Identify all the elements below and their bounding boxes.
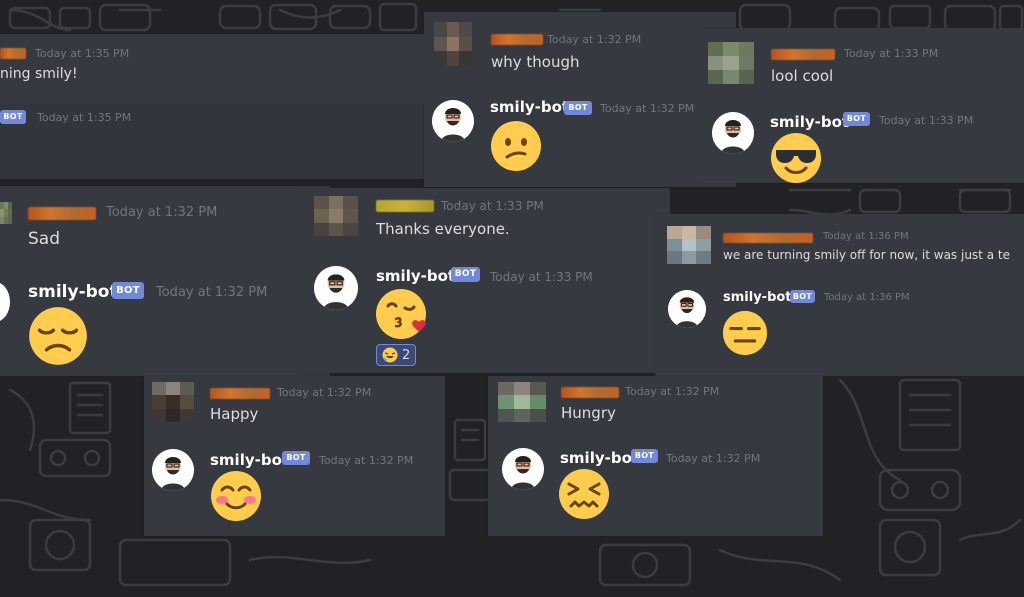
chat-card-1: Today at 1:35 PM ning smily! BOT Today a… [0, 34, 425, 179]
confused-face-icon [491, 121, 541, 171]
chat-card-5: Today at 1:33 PM Thanks everyone. smily-… [300, 188, 670, 373]
username-redacted [28, 207, 96, 220]
user-avatar-blurred [152, 382, 194, 422]
message-text: ning smily! [0, 66, 78, 82]
confounded-face-icon [559, 469, 609, 519]
sunglasses-face-icon [771, 133, 821, 183]
bot-timestamp: Today at 1:32 PM [319, 454, 414, 467]
message-timestamp: Today at 1:33 PM [844, 47, 939, 60]
message-timestamp: Today at 1:32 PM [106, 205, 218, 220]
rofl-icon [382, 347, 398, 363]
bot-timestamp: Today at 1:32 PM [600, 102, 695, 115]
bot-name: smily-bot [376, 267, 456, 285]
message-timestamp: Today at 1:35 PM [35, 47, 130, 60]
chat-card-2: Today at 1:32 PM why though smily-bot BO… [424, 12, 736, 187]
message-timestamp: Today at 1:32 PM [547, 33, 642, 46]
bot-name: smily-bot [723, 290, 792, 305]
bot-name: smily-bot [770, 113, 850, 131]
bot-avatar [152, 449, 194, 491]
message-timestamp: Today at 1:32 PM [625, 385, 720, 398]
bot-timestamp: Today at 1:36 PM [824, 292, 910, 303]
bot-timestamp: Today at 1:33 PM [879, 114, 974, 127]
bot-name: smily-bot [210, 451, 290, 469]
chat-card-4: Today at 1:32 PM Sad smily-bot BOT Today… [0, 186, 330, 376]
message-timestamp: Today at 1:36 PM [823, 231, 909, 242]
bot-badge: BOT [282, 451, 310, 465]
user-avatar-blurred [667, 226, 711, 264]
username-redacted [723, 233, 813, 243]
chat-card-8: Today at 1:32 PM Hungry smily-bot BOT To… [488, 376, 823, 536]
bot-timestamp: Today at 1:32 PM [156, 285, 268, 300]
bot-name: smily-bot [490, 98, 570, 116]
reaction-rofl[interactable]: 2 [376, 344, 417, 366]
expressionless-face-icon [722, 310, 768, 356]
bot-badge: BOT [631, 449, 658, 463]
bot-badge: BOT [451, 267, 480, 282]
bot-avatar [712, 112, 754, 154]
chat-card-3: Today at 1:33 PM lool cool smily-bot BOT… [700, 28, 1024, 183]
user-avatar-blurred [498, 382, 546, 422]
chat-card-6: Today at 1:36 PM we are turning smily of… [655, 214, 1024, 376]
bot-avatar [502, 448, 544, 490]
message-text: we are turning smily off for now, it was… [723, 248, 1010, 262]
username-redacted [491, 34, 543, 45]
bot-timestamp: Today at 1:33 PM [490, 270, 593, 284]
unamused-face-icon [29, 307, 87, 365]
bot-name: smily-bot [28, 282, 118, 302]
bot-badge: BOT [0, 110, 26, 124]
bot-timestamp: Today at 1:35 PM [37, 111, 132, 124]
bot-avatar [432, 100, 474, 142]
username-redacted [0, 48, 26, 59]
user-avatar-blurred [708, 42, 754, 84]
message-timestamp: Today at 1:32 PM [277, 386, 372, 399]
message-text: Thanks everyone. [376, 220, 510, 238]
bot-avatar [314, 266, 358, 310]
username-redacted [210, 388, 270, 399]
blushing-face-icon [211, 471, 261, 521]
bot-badge: BOT [564, 101, 592, 115]
user-avatar-blurred [314, 196, 358, 236]
message-text: why though [491, 53, 580, 71]
username-redacted [771, 49, 835, 60]
message-text: Hungry [561, 404, 616, 422]
message-text: lool cool [771, 67, 834, 85]
message-text: Happy [210, 405, 259, 423]
bot-avatar [0, 282, 10, 322]
chat-card-7: Today at 1:32 PM Happy smily-bot BOT Tod… [144, 376, 445, 536]
bot-name: smily-bot [560, 449, 640, 467]
bot-avatar [668, 290, 706, 328]
reaction-count: 2 [402, 347, 411, 363]
username-redacted [561, 387, 619, 398]
message-text: Sad [28, 229, 60, 249]
bot-timestamp: Today at 1:32 PM [666, 452, 761, 465]
user-avatar-blurred [0, 202, 12, 224]
kissing-heart-face-icon [376, 289, 426, 339]
username-redacted [376, 200, 434, 212]
bot-badge: BOT [843, 112, 870, 126]
message-timestamp: Today at 1:33 PM [441, 199, 544, 213]
bot-badge: BOT [790, 290, 815, 303]
bot-badge: BOT [112, 282, 144, 299]
user-avatar-blurred [434, 22, 472, 66]
